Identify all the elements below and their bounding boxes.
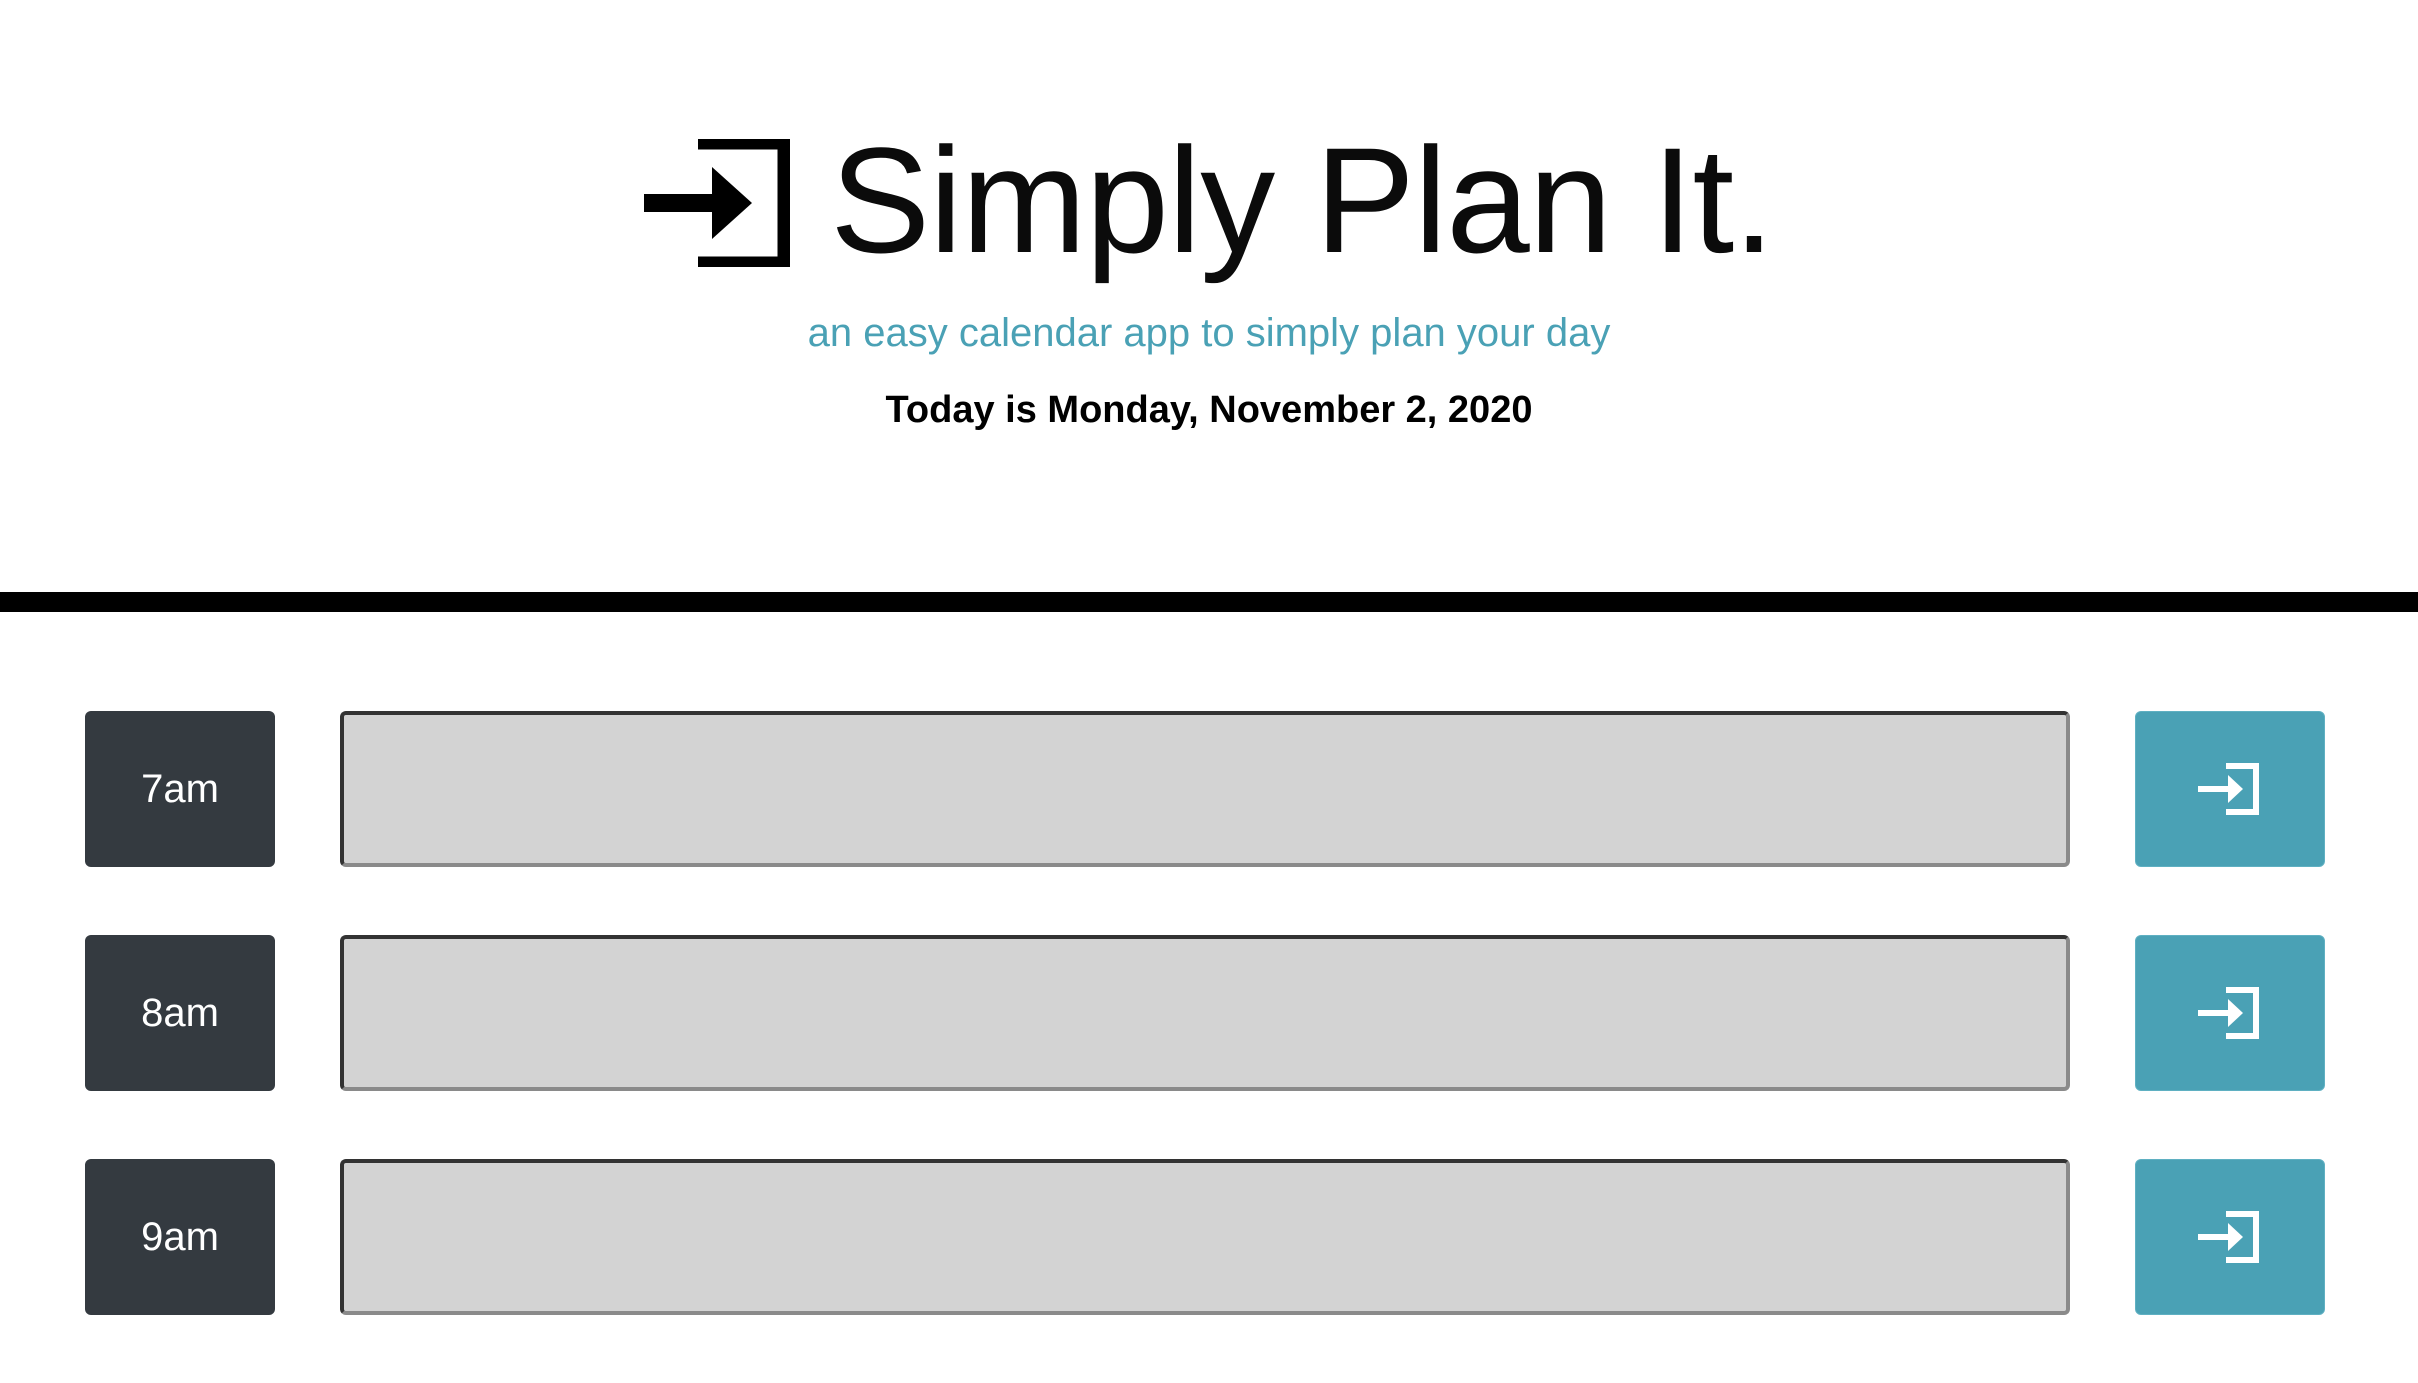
app-title: Simply Plan It. [830,116,1775,284]
time-block-list: 7am 8am 9am [0,711,2418,1383]
save-icon [2198,762,2262,816]
header-divider [0,592,2418,612]
save-button[interactable] [2135,1159,2325,1315]
task-input[interactable] [340,1159,2070,1315]
brand: Simply Plan It. [0,110,2418,290]
task-input[interactable] [340,935,2070,1091]
current-date: Today is Monday, November 2, 2020 [885,389,1533,431]
save-icon [2198,1210,2262,1264]
tagline: an easy calendar app to simply plan your… [807,311,1611,355]
hour-label: 9am [85,1159,275,1315]
time-block-row: 8am [0,935,2418,1091]
save-button[interactable] [2135,935,2325,1091]
sign-in-icon [644,139,791,267]
save-button[interactable] [2135,711,2325,867]
time-block-row: 9am [0,1159,2418,1315]
save-icon [2198,986,2262,1040]
hour-label: 7am [85,711,275,867]
time-block-row: 7am [0,711,2418,867]
hour-label: 8am [85,935,275,1091]
task-input[interactable] [340,711,2070,867]
page-header: Simply Plan It. an easy calendar app to … [0,0,2418,592]
